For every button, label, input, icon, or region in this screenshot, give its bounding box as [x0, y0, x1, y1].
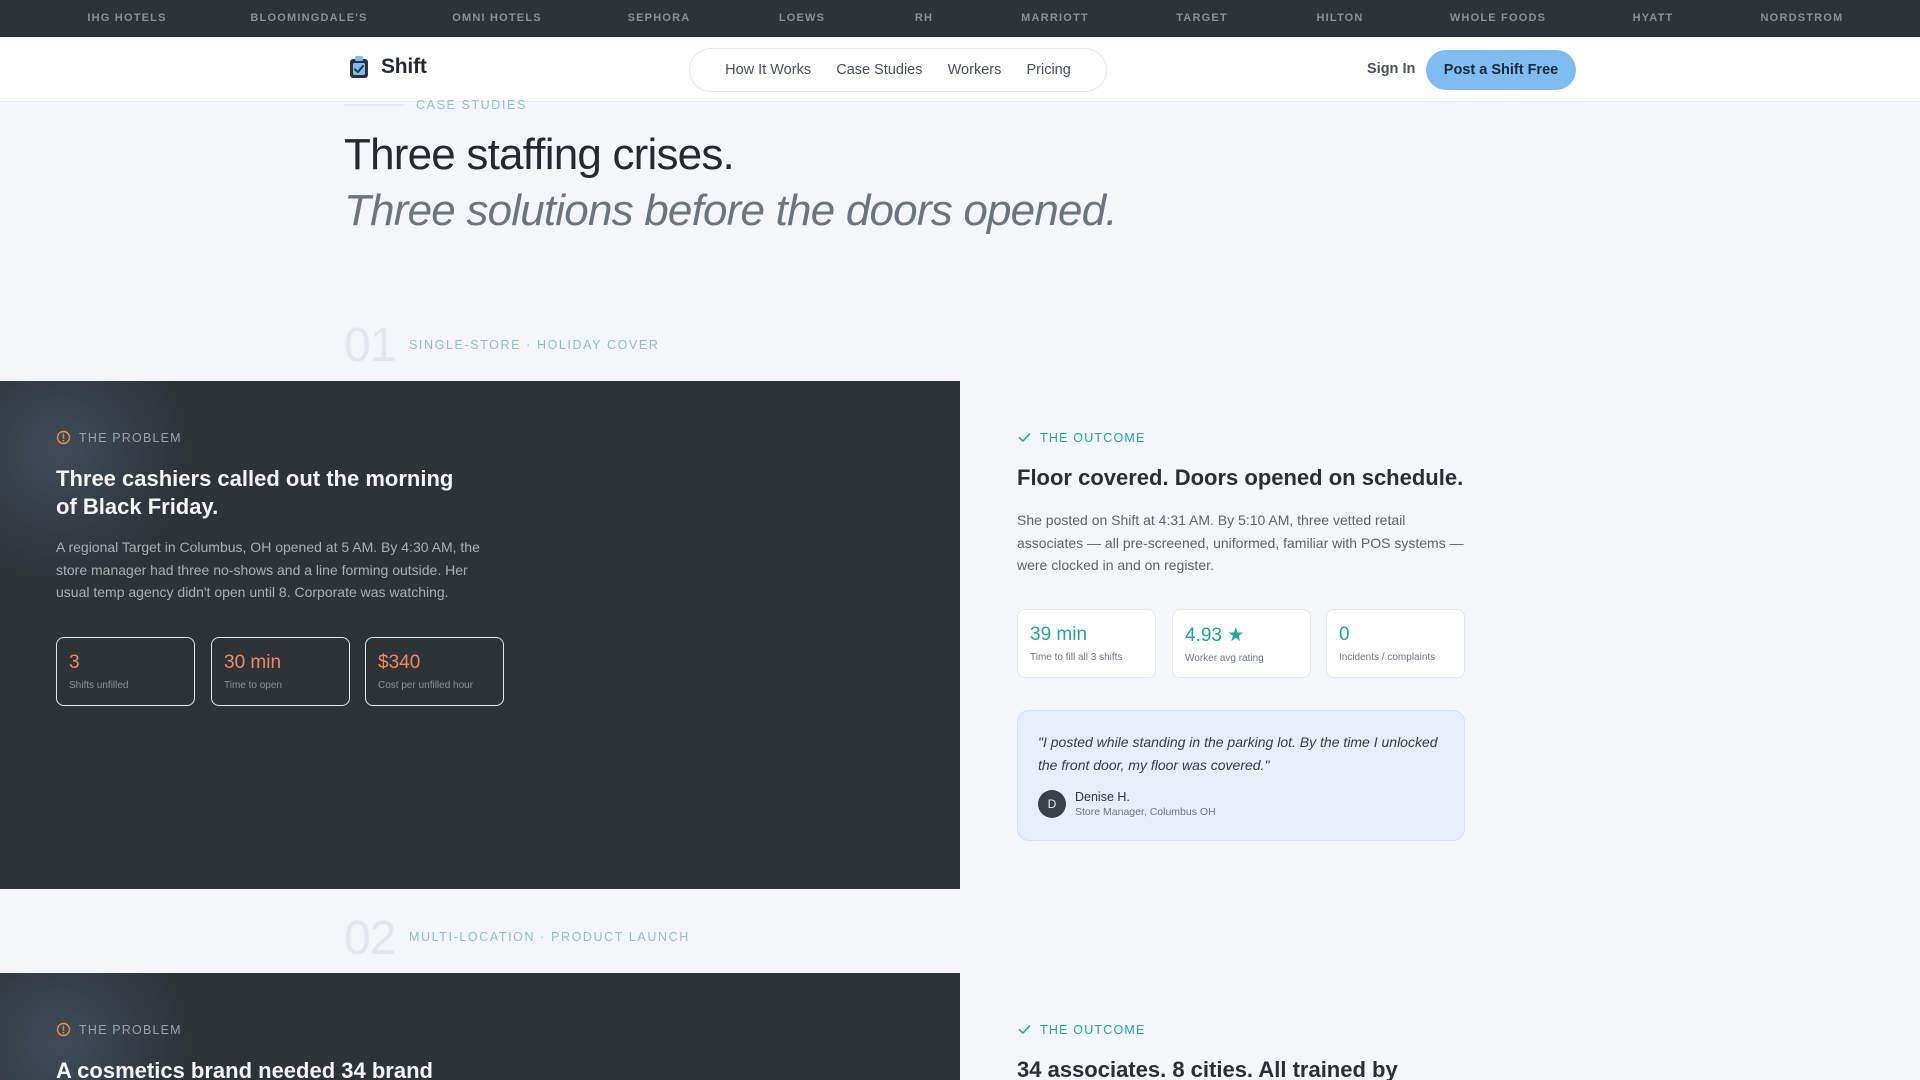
outcome-stat-card: 39 min Time to fill all 3 shifts [1017, 609, 1156, 678]
problem-stat-card: 3 Shifts unfilled [56, 637, 195, 706]
nav-link-pricing[interactable]: Pricing [1026, 62, 1070, 78]
sign-in-link[interactable]: Sign In [1367, 61, 1415, 77]
client-logo: IHG HOTELS [87, 12, 167, 24]
clipboard-logo-icon [350, 56, 368, 78]
stat-label: Cost per unfilled hour [378, 680, 474, 691]
stat-value: 4.93 ★ [1185, 625, 1245, 646]
post-shift-button[interactable]: Post a Shift Free [1426, 50, 1576, 90]
stat-label: Shifts unfilled [69, 680, 129, 691]
outcome-title: 34 associates. 8 cities. All trained by [1017, 1057, 1398, 1080]
check-icon [1018, 1025, 1031, 1034]
client-logo: RH [914, 12, 934, 24]
outcome-label: THE OUTCOME [1040, 1022, 1146, 1037]
client-logo: OMNI HOTELS [452, 12, 542, 24]
alert-circle-icon [56, 1022, 71, 1037]
case-tag: SINGLE-STORE · HOLIDAY COVER [409, 338, 660, 352]
author-name: Denise H. [1075, 790, 1130, 804]
nav-link-workers[interactable]: Workers [948, 62, 1002, 78]
client-logo: BLOOMINGDALE'S [250, 12, 368, 24]
stat-label: Worker avg rating [1185, 653, 1264, 664]
client-logo: TARGET [1176, 12, 1228, 24]
case-tag: MULTI-LOCATION · PRODUCT LAUNCH [409, 930, 690, 944]
problem-stat-card: $340 Cost per unfilled hour [365, 637, 504, 706]
nav-link-case-studies[interactable]: Case Studies [836, 62, 922, 78]
outcome-label-row: THE OUTCOME [1017, 430, 1146, 445]
stat-label: Incidents / complaints [1339, 652, 1436, 663]
check-icon [1018, 433, 1031, 442]
avatar: D [1038, 790, 1066, 818]
outcome-body: She posted on Shift at 4:31 AM. By 5:10 … [1017, 512, 1464, 573]
client-logo: WHOLE FOODS [1449, 12, 1547, 24]
case-number: 01 [344, 319, 396, 372]
problem-body: A regional Target in Columbus, OH opened… [56, 539, 480, 600]
problem-label-row: THE PROBLEM [56, 430, 182, 445]
stat-value: $340 [378, 652, 421, 673]
site-header: Shift How It Works Case Studies Workers … [0, 37, 1920, 102]
stat-label: Time to fill all 3 shifts [1030, 652, 1123, 663]
main-nav: How It Works Case Studies Workers Pricin… [689, 48, 1107, 92]
page-subtitle: Three solutions before the doors opened. [344, 186, 1118, 235]
client-logo: MARRIOTT [1021, 12, 1089, 24]
eyebrow-divider [344, 104, 404, 106]
case-number: 02 [344, 912, 396, 965]
nav-link-how-it-works[interactable]: How It Works [725, 62, 811, 78]
client-logo: HILTON [1316, 12, 1364, 24]
problem-panel: THE PROBLEM A cosmetics brand needed 34 … [0, 973, 960, 1080]
problem-label-row: THE PROBLEM [56, 1022, 182, 1037]
outcome-stat-card: 4.93 ★ Worker avg rating [1172, 609, 1311, 678]
stat-label: Time to open [224, 680, 282, 691]
brand-logo-link[interactable]: Shift [348, 55, 427, 79]
client-logo: LOEWS [778, 12, 826, 24]
stat-value: 39 min [1030, 624, 1088, 645]
testimonial-author: D Denise H. Store Manager, Columbus OH [1038, 790, 1216, 818]
problem-title: Three cashiers called out the morning of… [56, 466, 454, 519]
brand-name: Shift [381, 55, 427, 78]
author-role: Store Manager, Columbus OH [1075, 806, 1216, 818]
problem-label: THE PROBLEM [79, 430, 182, 445]
problem-title: A cosmetics brand needed 34 brand [56, 1058, 433, 1080]
problem-label: THE PROBLEM [79, 1022, 182, 1037]
stat-value: 0 [1339, 624, 1350, 645]
problem-panel: THE PROBLEM Three cashiers called out th… [0, 381, 960, 889]
client-logo: NORDSTROM [1760, 12, 1844, 24]
client-logo-bar: IHG HOTELS BLOOMINGDALE'S OMNI HOTELS SE… [0, 0, 1920, 37]
page-title: Three staffing crises. [344, 130, 735, 179]
stat-value: 3 [69, 652, 80, 673]
client-logo: SEPHORA [627, 12, 691, 24]
stat-value: 30 min [224, 652, 282, 673]
outcome-label: THE OUTCOME [1040, 430, 1146, 445]
problem-stat-card: 30 min Time to open [211, 637, 350, 706]
outcome-stat-card: 0 Incidents / complaints [1326, 609, 1465, 678]
alert-circle-icon [56, 430, 71, 445]
outcome-title: Floor covered. Doors opened on schedule. [1017, 465, 1464, 490]
testimonial-card: "I posted while standing in the parking … [1017, 710, 1465, 841]
section-eyebrow: CASE STUDIES [416, 98, 527, 112]
testimonial-quote: "I posted while standing in the parking … [1038, 734, 1438, 773]
client-logo: HYATT [1632, 12, 1674, 24]
outcome-label-row: THE OUTCOME [1017, 1022, 1146, 1037]
